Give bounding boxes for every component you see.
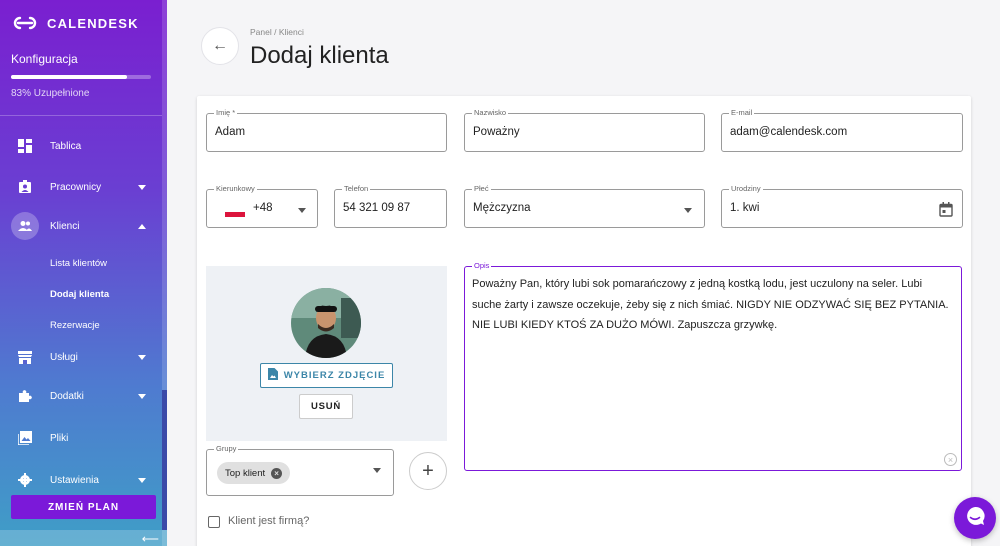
sidebar-item-label: Ustawienia <box>50 474 99 486</box>
remove-photo-button[interactable]: USUŃ <box>299 394 353 419</box>
setup-progress-fill <box>11 75 128 79</box>
close-icon[interactable]: × <box>271 467 283 479</box>
email-label: E-mail <box>729 108 755 117</box>
gender-value: Mężczyzna <box>473 202 531 214</box>
dial-code-select[interactable]: Kierunkowy +48 <box>206 184 318 228</box>
email-field[interactable]: E-mail adam@calendesk.com <box>721 108 963 152</box>
dial-code-value: +48 <box>253 202 273 214</box>
poland-flag-icon <box>225 207 245 217</box>
sidebar-item-label: Pracownicy <box>50 181 102 193</box>
chevron-down-icon <box>138 184 146 190</box>
description-textarea[interactable]: Opis Poważny Pan, który lubi sok pomarań… <box>464 261 962 471</box>
phone-field[interactable]: Telefon 54 321 09 87 <box>334 184 447 228</box>
chevron-down-icon <box>684 208 692 213</box>
chevron-down-icon <box>373 468 381 473</box>
chevron-down-icon <box>138 477 146 483</box>
birthday-label: Urodziny <box>729 184 763 193</box>
groups-select[interactable]: Grupy Top klient × <box>206 444 394 496</box>
back-button[interactable]: ← <box>201 27 239 65</box>
chat-icon <box>964 505 986 532</box>
sidebar-item-label: Dodatki <box>50 390 84 402</box>
sidebar-item-services[interactable]: Usługi <box>0 342 162 372</box>
email-value: adam@calendesk.com <box>730 126 848 138</box>
services-icon <box>17 349 33 365</box>
sidebar-subitem-client-list[interactable]: Lista klientów <box>50 258 107 269</box>
add-group-button[interactable]: + <box>409 452 447 490</box>
brand[interactable]: CALENDESK <box>11 15 139 31</box>
group-chip[interactable]: Top klient × <box>217 462 291 484</box>
client-avatar <box>291 288 361 358</box>
sidebar-scroll-thumb[interactable] <box>162 390 167 530</box>
sidebar: CALENDESK Konfiguracja 83% Uzupełnione T… <box>0 0 167 546</box>
sidebar-item-addons[interactable]: Dodatki <box>0 381 162 411</box>
sidebar-item-label: Tablica <box>50 140 82 152</box>
first-name-label: Imię * <box>214 108 238 117</box>
chevron-up-icon <box>138 223 146 229</box>
puzzle-icon <box>17 388 33 404</box>
description-label: Opis <box>472 261 492 270</box>
groups-label: Grupy <box>214 444 239 453</box>
choose-photo-label: WYBIERZ ZDJĘCIE <box>283 370 386 381</box>
sidebar-subitem-reservations[interactable]: Rezerwacje <box>50 320 100 331</box>
last-name-label: Nazwisko <box>472 108 509 117</box>
image-file-icon <box>267 368 278 383</box>
first-name-value: Adam <box>215 126 246 138</box>
image-files-icon <box>17 430 33 446</box>
brand-name: CALENDESK <box>47 15 139 31</box>
sidebar-subitem-add-client[interactable]: Dodaj klienta <box>50 289 109 300</box>
group-chip-label: Top klient <box>225 467 266 479</box>
calendar-icon[interactable] <box>939 202 953 222</box>
sidebar-item-employees[interactable]: Pracownicy <box>0 172 162 202</box>
setup-progress <box>11 75 151 79</box>
page-title: Dodaj klienta <box>250 42 389 69</box>
birthday-field[interactable]: Urodziny 1. kwi <box>721 184 963 228</box>
company-checkbox-label[interactable]: Klient jest firmą? <box>228 515 309 527</box>
chevron-down-icon <box>138 393 146 399</box>
phone-label: Telefon <box>342 184 371 193</box>
clients-icon <box>11 212 39 240</box>
dashboard-icon <box>17 138 33 154</box>
last-name-field[interactable]: Nazwisko Poważny <box>464 108 705 152</box>
chat-button[interactable] <box>954 497 996 539</box>
chevron-down-icon <box>298 208 306 213</box>
sidebar-collapse-bar[interactable]: ⟵ <box>0 530 167 546</box>
sidebar-item-label: Usługi <box>50 351 78 363</box>
chevron-down-icon <box>138 354 146 360</box>
employees-icon <box>17 179 33 195</box>
arrow-left-icon: ← <box>212 37 228 54</box>
breadcrumb: Panel / Klienci <box>250 27 304 37</box>
gear-icon <box>17 472 33 488</box>
description-value: Poważny Pan, który lubi sok pomarańczowy… <box>472 278 949 331</box>
choose-photo-button[interactable]: WYBIERZ ZDJĘCIE <box>260 363 393 388</box>
sidebar-item-label: Pliki <box>50 432 69 444</box>
sidebar-item-dashboard[interactable]: Tablica <box>0 131 162 161</box>
arrow-left-icon: ⟵ <box>141 532 159 546</box>
company-checkbox[interactable] <box>208 516 220 528</box>
clear-icon[interactable]: × <box>944 453 957 466</box>
brand-logo-icon <box>13 16 37 30</box>
first-name-field[interactable]: Imię * Adam <box>206 108 447 152</box>
gender-label: Płeć <box>472 184 491 193</box>
gender-select[interactable]: Płeć Mężczyzna <box>464 184 705 228</box>
change-plan-button[interactable]: ZMIEŃ PLAN <box>11 495 156 519</box>
setup-progress-text: 83% Uzupełnione <box>11 88 90 99</box>
sidebar-item-label: Klienci <box>50 220 80 232</box>
sidebar-divider <box>0 115 162 116</box>
dial-code-label: Kierunkowy <box>214 184 257 193</box>
sidebar-item-settings[interactable]: Ustawienia <box>0 465 162 495</box>
last-name-value: Poważny <box>473 126 520 138</box>
birthday-value: 1. kwi <box>730 202 760 214</box>
sidebar-item-files[interactable]: Pliki <box>0 423 162 453</box>
plus-icon: + <box>422 459 434 482</box>
setup-title[interactable]: Konfiguracja <box>11 52 78 66</box>
sidebar-item-clients[interactable]: Klienci <box>0 211 162 241</box>
phone-value: 54 321 09 87 <box>343 202 411 214</box>
